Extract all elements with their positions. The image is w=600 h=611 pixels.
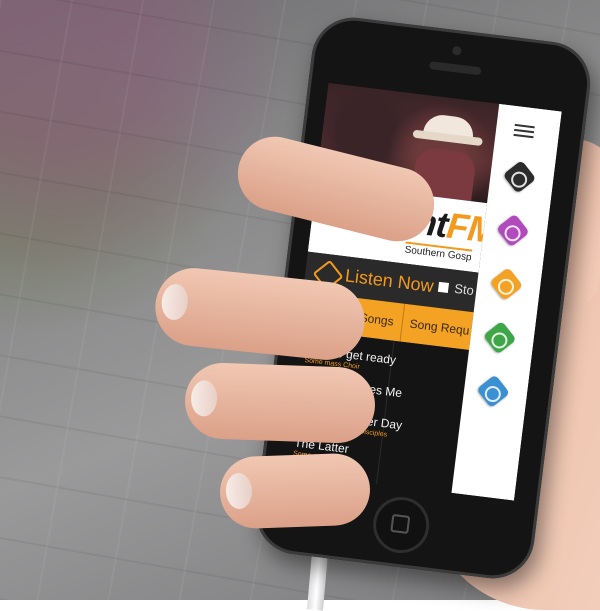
earpiece-speaker [428,61,482,76]
prayer-icon[interactable] [482,320,517,355]
listen-now-button[interactable]: Listen Now [344,265,435,297]
cowboy-hat [422,112,476,143]
home-button[interactable] [369,493,433,557]
info-icon[interactable] [476,374,511,409]
mic-icon[interactable] [489,267,524,301]
radio-icon[interactable] [502,160,537,194]
front-camera [451,45,462,56]
fingernail [159,282,190,322]
finger-ring [183,361,377,445]
stop-icon[interactable] [437,281,450,293]
fingernail [190,379,218,417]
hamburger-menu-icon[interactable] [513,123,535,140]
music-icon[interactable] [496,213,530,248]
finger-pinky [218,452,372,530]
fingernail [225,472,253,510]
stop-button[interactable]: Sto [454,281,475,298]
